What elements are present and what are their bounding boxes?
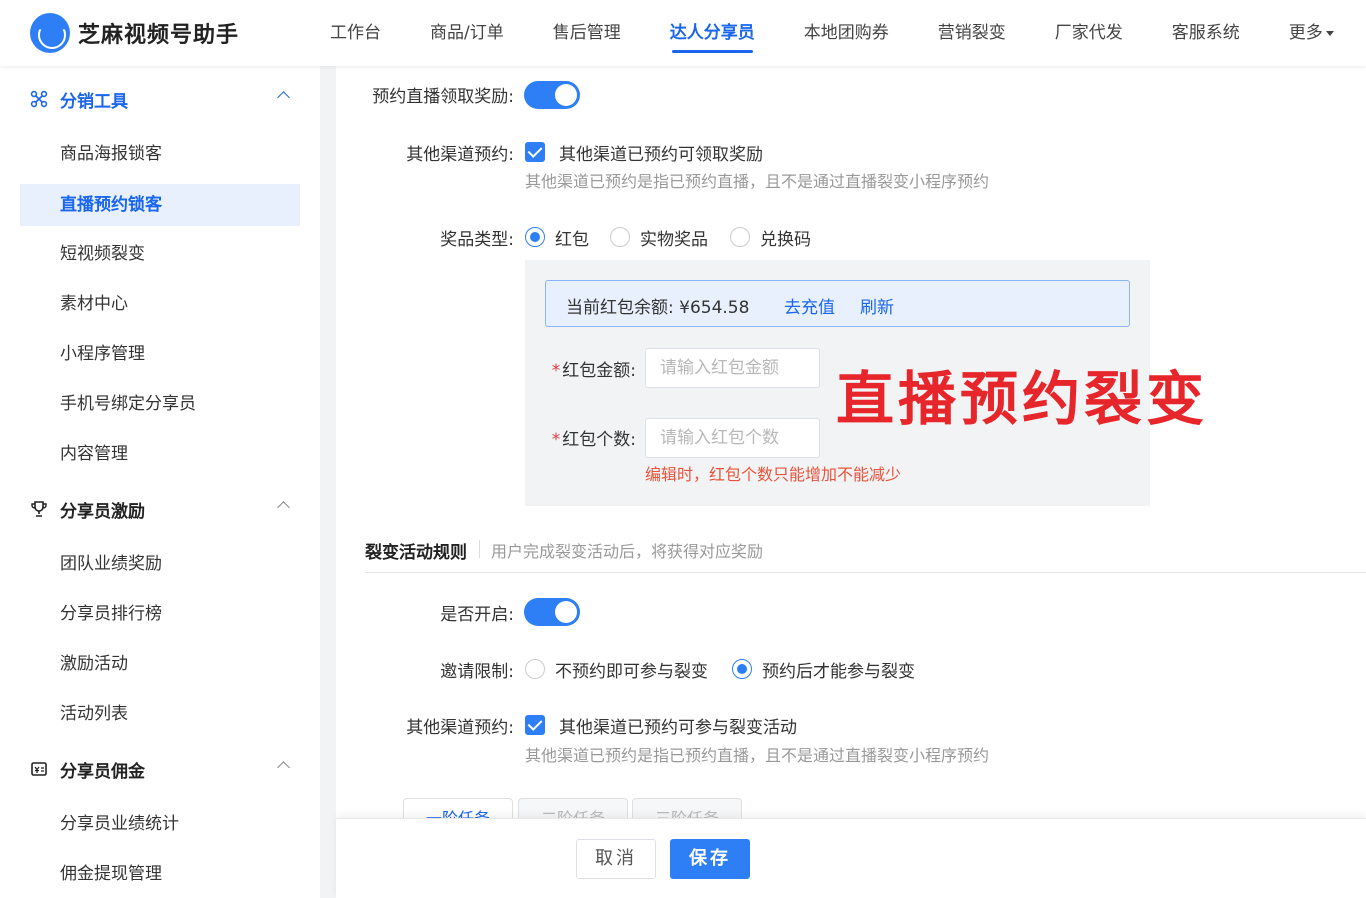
nav-item-local-group-coupon[interactable]: 本地团购券 bbox=[804, 0, 889, 66]
top-header: 芝麻视频号助手 工作台 商品/订单 售后管理 达人分享员 本地团购券 营销裂变 … bbox=[0, 0, 1366, 66]
required-mark: * bbox=[551, 430, 561, 450]
sidebar-group-distribution-tools[interactable]: 分销工具 bbox=[28, 84, 290, 114]
other-channel-checkbox[interactable] bbox=[525, 142, 545, 162]
sidebar-item-sharer-ranking[interactable]: 分享员排行榜 bbox=[20, 593, 300, 635]
footer-bar: 取消 保存 bbox=[336, 818, 1366, 898]
prize-type-option-label: 红包 bbox=[555, 230, 589, 250]
count-label-text: 红包个数: bbox=[562, 430, 636, 450]
prize-type-label: 奖品类型: bbox=[440, 230, 514, 250]
app-logo[interactable]: 芝麻视频号助手 bbox=[30, 13, 239, 53]
amount-input[interactable] bbox=[645, 348, 820, 388]
prize-type-radio-red-packet[interactable] bbox=[525, 227, 545, 247]
trophy-icon bbox=[28, 498, 50, 520]
nav-item-marketing-fission[interactable]: 营销裂变 bbox=[938, 0, 1006, 66]
rules-other-channel-check-text: 其他渠道已预约可参与裂变活动 bbox=[559, 718, 797, 738]
nav-more-label: 更多 bbox=[1288, 23, 1323, 43]
nav-item-workbench[interactable]: 工作台 bbox=[330, 0, 381, 66]
sidebar-item-team-performance[interactable]: 团队业绩奖励 bbox=[20, 543, 300, 585]
prize-type-option-label: 实物奖品 bbox=[640, 230, 708, 250]
rules-other-channel-hint: 其他渠道已预约是指已预约直播，且不是通过直播裂变小程序预约 bbox=[525, 746, 990, 765]
chevron-up-icon bbox=[277, 501, 290, 514]
app-title: 芝麻视频号助手 bbox=[78, 23, 240, 48]
rules-section-desc: 用户完成裂变活动后，将获得对应奖励 bbox=[491, 542, 764, 561]
required-mark: * bbox=[551, 361, 561, 381]
other-channel-label: 其他渠道预约: bbox=[406, 145, 514, 165]
sidebar-item-product-poster[interactable]: 商品海报锁客 bbox=[20, 133, 300, 175]
sidebar-group-label: 分销工具 bbox=[60, 91, 128, 112]
sidebar-group-sharer-incentive[interactable]: 分享员激励 bbox=[28, 494, 290, 524]
nav-item-customer-service[interactable]: 客服系统 bbox=[1172, 0, 1240, 66]
section-divider bbox=[479, 540, 480, 558]
sidebar-item-incentive-activity[interactable]: 激励活动 bbox=[20, 643, 300, 685]
invite-radio-no-reservation[interactable] bbox=[525, 659, 545, 679]
chevron-up-icon bbox=[277, 761, 290, 774]
invite-limit-label: 邀请限制: bbox=[440, 662, 514, 682]
sidebar-item-content-management[interactable]: 内容管理 bbox=[20, 433, 300, 475]
sidebar-item-activity-list[interactable]: 活动列表 bbox=[20, 693, 300, 735]
balance-text: 当前红包余额: ¥654.58 bbox=[566, 298, 750, 318]
invite-option-label: 预约后才能参与裂变 bbox=[762, 662, 915, 682]
prize-type-radio-physical[interactable] bbox=[610, 227, 630, 247]
sidebar-item-withdrawal-management[interactable]: 佣金提现管理 bbox=[20, 853, 300, 895]
other-channel-check-text: 其他渠道已预约可领取奖励 bbox=[559, 145, 763, 165]
save-button[interactable]: 保存 bbox=[670, 839, 750, 879]
sidebar-group-label: 分享员佣金 bbox=[60, 761, 145, 782]
main-content: 预约直播领取奖励: 其他渠道预约: 其他渠道已预约可领取奖励 其他渠道已预约是指… bbox=[336, 66, 1366, 898]
nav-item-dropshipping[interactable]: 厂家代发 bbox=[1055, 0, 1123, 66]
top-nav: 工作台 商品/订单 售后管理 达人分享员 本地团购券 营销裂变 厂家代发 客服系… bbox=[330, 0, 1334, 66]
reserve-reward-toggle[interactable] bbox=[524, 81, 580, 109]
nav-item-more[interactable]: 更多 bbox=[1289, 0, 1334, 66]
sidebar: 分销工具 商品海报锁客 直播预约锁客 短视频裂变 素材中心 小程序管理 手机号绑… bbox=[0, 66, 320, 898]
sidebar-item-phone-binding[interactable]: 手机号绑定分享员 bbox=[20, 383, 300, 425]
prize-type-option-label: 兑换码 bbox=[760, 230, 811, 250]
invite-radio-after-reservation[interactable] bbox=[732, 659, 752, 679]
sidebar-item-material-center[interactable]: 素材中心 bbox=[20, 283, 300, 325]
rules-other-channel-label: 其他渠道预约: bbox=[406, 718, 514, 738]
overlay-title: 直播预约裂变 bbox=[836, 365, 1209, 433]
caret-down-icon bbox=[1325, 30, 1334, 36]
other-channel-hint: 其他渠道已预约是指已预约直播，且不是通过直播裂变小程序预约 bbox=[525, 172, 990, 191]
rules-section-title: 裂变活动规则 bbox=[365, 543, 467, 563]
amount-label: * 红包金额: bbox=[552, 356, 636, 381]
cancel-button[interactable]: 取消 bbox=[576, 839, 656, 879]
section-line bbox=[365, 572, 1366, 573]
commission-icon bbox=[28, 758, 50, 780]
network-icon bbox=[28, 88, 50, 110]
prize-type-radio-code[interactable] bbox=[730, 227, 750, 247]
sidebar-item-short-video-fission[interactable]: 短视频裂变 bbox=[20, 233, 300, 275]
reserve-reward-label: 预约直播领取奖励: bbox=[372, 87, 514, 107]
sidebar-group-label: 分享员激励 bbox=[60, 501, 145, 522]
count-input[interactable] bbox=[645, 418, 820, 458]
nav-item-talent-sharer[interactable]: 达人分享员 bbox=[670, 0, 755, 66]
enable-toggle[interactable] bbox=[524, 598, 580, 626]
recharge-link[interactable]: 去充值 bbox=[784, 293, 835, 318]
sidebar-item-performance-stats[interactable]: 分享员业绩统计 bbox=[20, 803, 300, 845]
amount-label-text: 红包金额: bbox=[562, 361, 636, 381]
sidebar-item-mini-program[interactable]: 小程序管理 bbox=[20, 333, 300, 375]
chevron-up-icon bbox=[277, 91, 290, 104]
count-label: * 红包个数: bbox=[552, 425, 636, 450]
sidebar-group-sharer-commission[interactable]: 分享员佣金 bbox=[28, 754, 290, 784]
refresh-link[interactable]: 刷新 bbox=[860, 293, 894, 318]
rules-other-channel-checkbox[interactable] bbox=[525, 715, 545, 735]
nav-item-after-sales[interactable]: 售后管理 bbox=[553, 0, 621, 66]
count-warning: 编辑时，红包个数只能增加不能减少 bbox=[645, 465, 902, 484]
invite-option-label: 不预约即可参与裂变 bbox=[555, 662, 708, 682]
enable-label: 是否开启: bbox=[440, 605, 514, 625]
nav-item-products-orders[interactable]: 商品/订单 bbox=[430, 0, 504, 66]
balance-bar: 当前红包余额: ¥654.58 去充值 刷新 bbox=[545, 280, 1130, 327]
logo-icon bbox=[30, 13, 70, 53]
sidebar-item-live-reservation[interactable]: 直播预约锁客 bbox=[20, 184, 300, 226]
